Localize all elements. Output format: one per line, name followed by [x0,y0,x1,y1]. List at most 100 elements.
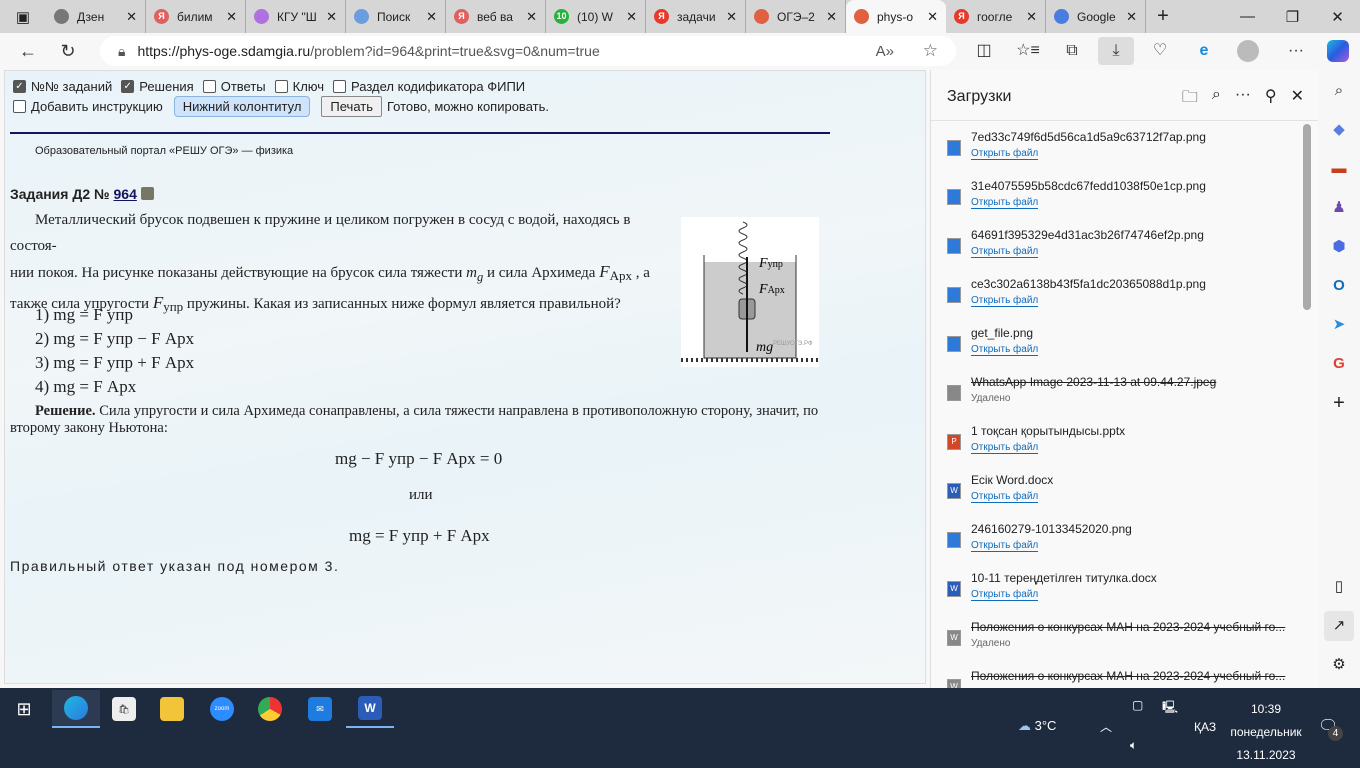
new-tab-button[interactable]: + [1146,5,1180,28]
open-file-link[interactable]: Открыть файл [971,148,1039,160]
open-file-link[interactable]: Открыть файл [971,246,1039,258]
tab-close-icon[interactable]: ✕ [927,9,938,25]
show-hidden-icons[interactable]: ︿ [1100,718,1112,735]
tab-close-icon[interactable]: ✕ [1026,9,1037,25]
tab-close-icon[interactable]: ✕ [126,9,137,25]
camera-icon[interactable]: ▢ [1132,698,1143,712]
codifier-checkbox[interactable] [333,80,347,93]
download-item[interactable]: WhatsApp Image 2023-11-13 at 09.44.27.jp… [947,369,1297,418]
instruction-checkbox[interactable] [13,100,26,113]
download-item[interactable]: W 10-11 тереңдетілген титулка.docx Открыть… [947,565,1297,614]
tab[interactable]: ОГЭ–2 ✕ [746,0,846,33]
download-item[interactable]: P 1 тоқсан қорытындысы.pptx Открыть файл [947,418,1297,467]
tab[interactable]: Ягоогле ✕ [946,0,1046,33]
tab-actions-icon[interactable]: ▣ [0,8,46,26]
tab[interactable]: 10 (10) W ✕ [546,0,646,33]
ie-mode-icon[interactable]: e [1186,37,1222,65]
tab[interactable]: Дзен ✕ [46,0,146,33]
open-file-link[interactable]: Открыть файл [971,540,1039,552]
favorites-icon[interactable]: ☆≡ [1010,37,1046,65]
solutions-checkbox[interactable]: ✓ [121,80,135,93]
tab[interactable]: phys-o ✕ [846,0,946,33]
copilot-icon[interactable] [1320,37,1356,65]
download-item[interactable]: 246160279-10133452020.png Открыть файл [947,516,1297,565]
open-file-link[interactable]: Открыть файл [971,344,1039,356]
restore-button[interactable]: ❐ [1270,8,1315,26]
tab-close-icon[interactable]: ✕ [826,9,837,25]
tab[interactable]: Ябилим ✕ [146,0,246,33]
external-link-icon[interactable]: ↗ [1324,611,1354,641]
footer-button[interactable]: Нижний колонтитул [173,96,311,117]
shopping-tag-icon[interactable]: ◆ [1324,115,1354,145]
tab-close-icon[interactable]: ✕ [226,9,237,25]
tab-close-icon[interactable]: ✕ [726,9,737,25]
sidebar-toggle-icon[interactable]: ▯ [1324,572,1354,602]
search-icon[interactable]: ⌕ [1324,76,1354,106]
split-screen-icon[interactable]: ◫ [966,37,1002,65]
search-icon[interactable]: ⌕ [1212,86,1221,113]
scrollbar[interactable] [1303,124,1311,310]
add-icon[interactable]: + [1324,388,1354,418]
tab-close-icon[interactable]: ✕ [626,9,637,25]
edge-taskbar-icon[interactable] [52,690,100,728]
network-icon[interactable]: 🖳︎ [1162,698,1178,719]
key-checkbox[interactable] [274,80,288,93]
explorer-taskbar-icon[interactable] [148,690,196,728]
weather-widget[interactable]: ☁ 3°C [1018,718,1056,734]
download-item[interactable]: get_file.png Открыть файл [947,320,1297,369]
download-item[interactable]: ce3c302a6138b43f5fa1dc20365088d1p.png Отк… [947,271,1297,320]
back-icon[interactable]: ← [8,41,48,62]
telegram-icon[interactable]: ➤ [1324,310,1354,340]
volume-icon[interactable]: 🔈︎ [1130,738,1137,753]
settings-gear-icon[interactable]: ⚙ [1324,650,1354,680]
language-indicator[interactable]: ҚАЗ [1194,720,1216,734]
download-item[interactable]: W Положения о конкурсах МАН на 2023-2024 … [947,614,1297,663]
clock[interactable]: 10:39 понедельник 13.11.2023 [1228,698,1304,767]
notifications-button[interactable]: 🗨︎ 4 [1318,716,1343,741]
unpin-icon[interactable]: ⚲ [1265,86,1277,113]
answers-checkbox[interactable] [202,80,216,93]
store-taskbar-icon[interactable]: 🛍︎ [100,690,148,728]
download-item[interactable]: W Есік Word.docx Открыть файл [947,467,1297,516]
nums-checkbox[interactable]: ✓ [13,80,26,93]
tab-close-icon[interactable]: ✕ [526,9,537,25]
open-file-link[interactable]: Открыть файл [971,491,1039,503]
download-item[interactable]: 64691f395329e4d31ac3b26f74746ef2p.png Отк… [947,222,1297,271]
open-file-link[interactable]: Открыть файл [971,442,1039,454]
outlook-icon[interactable]: O [1324,271,1354,301]
tab[interactable]: Язадачи ✕ [646,0,746,33]
open-file-link[interactable]: Открыть файл [971,589,1039,601]
browser-essentials-icon[interactable]: ♡ [1142,37,1178,65]
tab[interactable]: Поиск ✕ [346,0,446,33]
tab-close-icon[interactable]: ✕ [1126,9,1137,25]
tab[interactable]: Явеб ва ✕ [446,0,546,33]
tab[interactable]: Google ✕ [1046,0,1146,33]
downloads-icon[interactable]: ⤓ [1098,37,1134,65]
download-item[interactable]: 7ed33c749f6d5d56ca1d5a9c63712f7ap.png Отк… [947,124,1297,173]
print-button[interactable]: Печать [321,96,382,117]
tab-close-icon[interactable]: ✕ [426,9,437,25]
tab[interactable]: КГУ "Ш ✕ [246,0,346,33]
tools-icon[interactable]: ▬ [1324,154,1354,184]
download-item[interactable]: 31e4075595b58cdc67fedd1038f50e1cp.png Отк… [947,173,1297,222]
microsoft-365-icon[interactable]: ⬢ [1324,232,1354,262]
read-aloud-icon[interactable]: A» [876,43,894,60]
google-icon[interactable]: G [1324,349,1354,379]
close-window-button[interactable]: ✕ [1315,8,1360,26]
open-file-link[interactable]: Открыть файл [971,197,1039,209]
more-options-icon[interactable]: ··· [1235,86,1251,113]
mail-taskbar-icon[interactable]: ✉ [296,690,344,728]
word-taskbar-icon[interactable]: W [346,690,394,728]
open-folder-icon[interactable]: 🗀 [1182,86,1198,113]
profile-avatar[interactable] [1230,37,1266,65]
task-number-link[interactable]: 964 [114,186,137,202]
minimize-button[interactable]: — [1225,8,1270,25]
favorite-star-icon[interactable]: ☆ [923,41,938,61]
chrome-taskbar-icon[interactable] [246,690,294,728]
more-menu-icon[interactable]: ··· [1278,37,1314,65]
refresh-icon[interactable]: ↻ [48,41,88,62]
games-icon[interactable]: ♟ [1324,193,1354,223]
collections-icon[interactable]: ⧉ [1054,37,1090,65]
zoom-taskbar-icon[interactable]: zoom [198,690,246,728]
tab-close-icon[interactable]: ✕ [326,9,337,25]
